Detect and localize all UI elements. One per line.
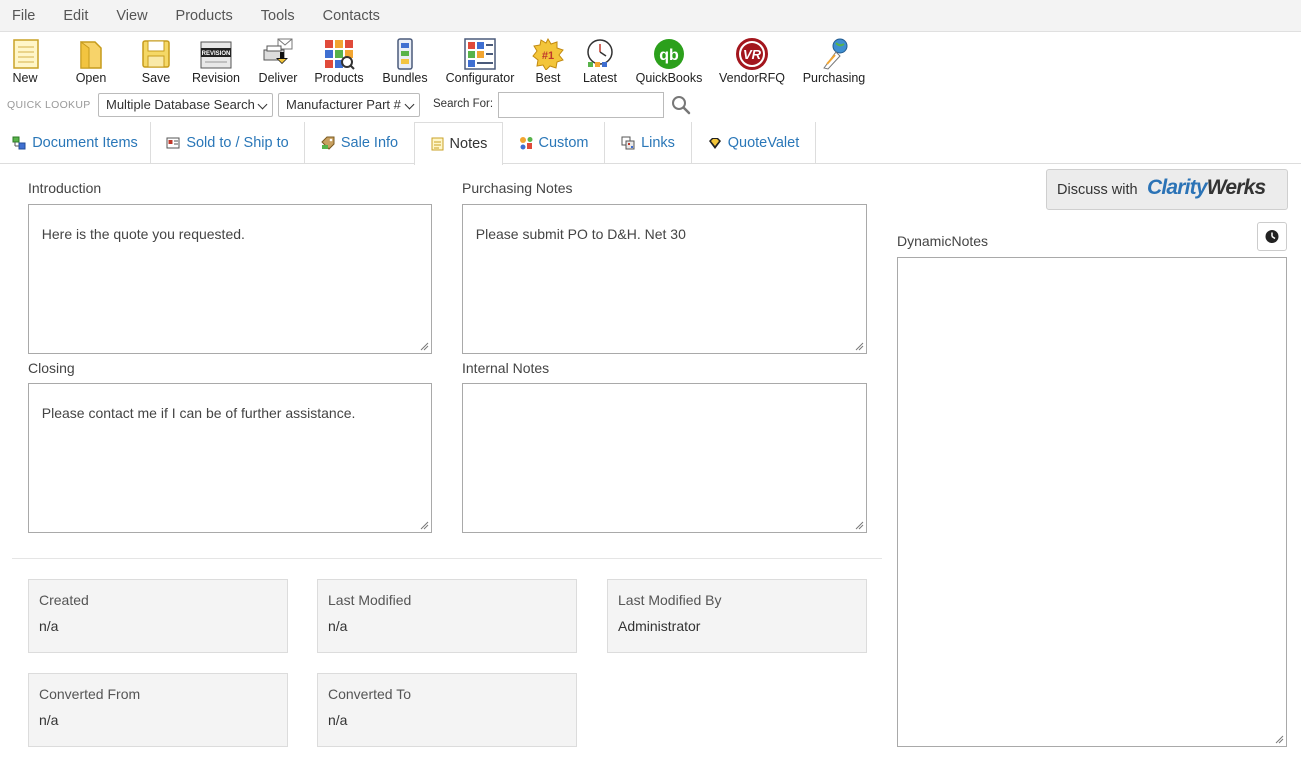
- tab-notes[interactable]: Notes: [414, 122, 503, 165]
- tab-quotevalet[interactable]: QuoteValet: [692, 122, 816, 164]
- last-modified-by-value: Administrator: [618, 618, 701, 634]
- purchasing-icon: [823, 38, 848, 70]
- search-input[interactable]: [498, 92, 664, 118]
- search-field-select[interactable]: Manufacturer Part #: [278, 93, 420, 117]
- resize-grip-icon[interactable]: [855, 521, 864, 530]
- best-seal-icon: #1: [532, 38, 564, 70]
- document-items-icon: [12, 136, 26, 150]
- converted-to-value: n/a: [328, 712, 348, 728]
- sale-tag-icon: [321, 136, 335, 150]
- open-button[interactable]: Open: [72, 36, 110, 88]
- chevron-down-icon: [257, 99, 268, 110]
- created-value: n/a: [39, 618, 59, 634]
- internal-notes-textarea[interactable]: [462, 383, 867, 533]
- purchasing-button[interactable]: Purchasing: [802, 36, 866, 88]
- resize-grip-icon[interactable]: [855, 342, 864, 351]
- dynamic-notes-label: DynamicNotes: [897, 233, 989, 249]
- quick-lookup-bar: QUICK LOOKUP Multiple Database Search Ma…: [0, 92, 1301, 118]
- tab-links[interactable]: Links: [605, 122, 692, 164]
- quickbooks-button[interactable]: qb QuickBooks: [635, 36, 703, 88]
- internal-notes-label: Internal Notes: [462, 360, 550, 376]
- closing-textarea[interactable]: Please contact me if I can be of further…: [28, 383, 432, 533]
- svg-text:VR: VR: [743, 47, 762, 62]
- revision-icon: REVISION: [200, 41, 232, 69]
- tab-sale-info[interactable]: Sale Info: [305, 122, 415, 164]
- discuss-with-claritywerks-button[interactable]: Discuss with ClarityWerks: [1046, 169, 1288, 210]
- svg-text:#1: #1: [542, 50, 554, 62]
- converted-to-label: Converted To: [328, 686, 412, 702]
- database-select[interactable]: Multiple Database Search: [98, 93, 273, 117]
- links-icon: [621, 136, 635, 150]
- last-modified-by-label: Last Modified By: [618, 592, 722, 608]
- svg-text:qb: qb: [659, 47, 679, 64]
- clock-icon: [587, 39, 613, 67]
- section-divider: [12, 558, 882, 559]
- save-disk-icon: [142, 40, 170, 68]
- dynamic-notes-textarea[interactable]: [897, 257, 1287, 747]
- purchasing-notes-textarea[interactable]: Please submit PO to D&H. Net 30: [462, 204, 867, 354]
- converted-from-value: n/a: [39, 712, 59, 728]
- last-modified-value: n/a: [328, 618, 348, 634]
- menu-edit[interactable]: Edit: [63, 8, 88, 24]
- converted-to-box: Converted To n/a: [317, 673, 577, 747]
- new-button[interactable]: New: [8, 36, 42, 88]
- custom-shapes-icon: [519, 137, 533, 150]
- closing-label: Closing: [28, 360, 75, 376]
- last-modified-by-box: Last Modified By Administrator: [607, 579, 867, 653]
- converted-from-box: Converted From n/a: [28, 673, 288, 747]
- menu-contacts[interactable]: Contacts: [323, 8, 380, 24]
- folder-icon: [80, 41, 102, 69]
- tab-sold-to-ship-to[interactable]: Sold to / Ship to: [151, 122, 305, 164]
- save-button[interactable]: Save: [138, 36, 174, 88]
- resize-grip-icon[interactable]: [420, 521, 429, 530]
- tab-bar: Document Items Sold to / Ship to Sale In…: [0, 122, 1301, 165]
- toolbar: New Open Save REVISION Revision Deliver …: [0, 36, 1301, 90]
- quotevalet-diamond-icon: [708, 138, 721, 149]
- best-button[interactable]: #1 Best: [530, 36, 566, 88]
- bundles-button[interactable]: Bundles: [381, 36, 429, 88]
- deliver-button[interactable]: Deliver: [257, 36, 299, 88]
- deliver-printer-icon: [263, 38, 293, 64]
- configurator-button[interactable]: Configurator: [444, 36, 516, 88]
- tab-custom[interactable]: Custom: [503, 122, 605, 164]
- menu-file[interactable]: File: [12, 8, 35, 24]
- quick-lookup-label: QUICK LOOKUP: [7, 99, 91, 111]
- converted-from-label: Converted From: [39, 686, 141, 702]
- menu-tools[interactable]: Tools: [261, 8, 295, 24]
- claritywerks-logo: ClarityWerks: [1147, 176, 1266, 199]
- history-clock-icon: [1265, 230, 1279, 243]
- resize-grip-icon[interactable]: [420, 342, 429, 351]
- new-document-icon: [13, 39, 39, 69]
- search-for-label: Search For:: [433, 98, 494, 110]
- menu-view[interactable]: View: [116, 8, 147, 24]
- vendorrfq-logo-icon: VR: [736, 38, 768, 70]
- bundles-icon: [397, 38, 413, 70]
- purchasing-notes-label: Purchasing Notes: [462, 180, 573, 196]
- chevron-down-icon: [404, 99, 415, 110]
- introduction-label: Introduction: [28, 180, 102, 196]
- menu-products[interactable]: Products: [176, 8, 233, 24]
- tab-document-items[interactable]: Document Items: [0, 122, 151, 164]
- resize-grip-icon[interactable]: [1275, 735, 1284, 744]
- created-label: Created: [39, 592, 89, 608]
- history-button[interactable]: [1257, 222, 1287, 251]
- svg-text:REVISION: REVISION: [202, 51, 231, 57]
- menu-bar: File Edit View Products Tools Contacts: [0, 0, 1301, 32]
- notes-icon: [431, 137, 444, 151]
- introduction-textarea[interactable]: Here is the quote you requested.: [28, 204, 432, 354]
- revision-button[interactable]: REVISION Revision: [190, 36, 242, 88]
- last-modified-label: Last Modified: [328, 592, 412, 608]
- vendorrfq-button[interactable]: VR VendorRFQ: [718, 36, 786, 88]
- search-icon[interactable]: [670, 94, 692, 116]
- last-modified-box: Last Modified n/a: [317, 579, 577, 653]
- quickbooks-logo-icon: qb: [654, 39, 684, 69]
- products-grid-icon: [325, 40, 355, 70]
- products-button[interactable]: Products: [314, 36, 364, 88]
- created-box: Created n/a: [28, 579, 288, 653]
- configurator-icon: [464, 38, 496, 70]
- address-card-icon: [166, 137, 180, 149]
- latest-button[interactable]: Latest: [580, 36, 620, 88]
